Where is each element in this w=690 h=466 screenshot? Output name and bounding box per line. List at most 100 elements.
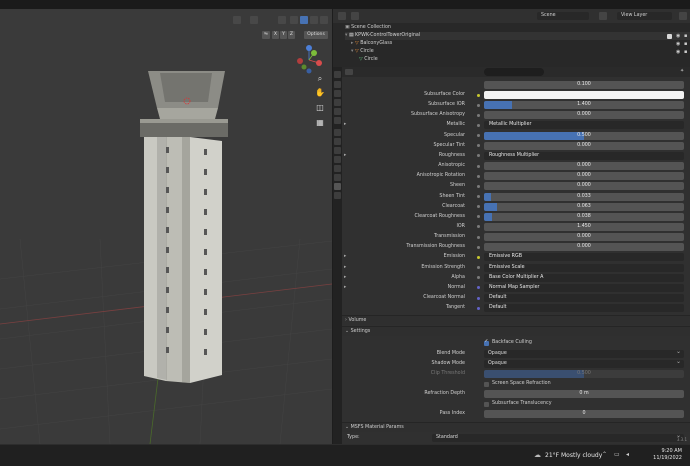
expand-arrow-icon[interactable]: ▸ bbox=[344, 151, 346, 161]
mirror-icon[interactable]: ⇋ bbox=[262, 31, 270, 39]
linked-node-field[interactable]: Emissive Scale bbox=[484, 263, 684, 272]
mirror-z-toggle[interactable]: Z bbox=[288, 31, 295, 39]
socket-icon[interactable] bbox=[477, 174, 480, 178]
weather-widget[interactable]: 21°F Mostly cloudy bbox=[545, 450, 602, 462]
tool-tab-icon[interactable] bbox=[334, 71, 341, 78]
backface-culling-checkbox[interactable] bbox=[484, 339, 489, 346]
socket-icon[interactable] bbox=[477, 235, 480, 239]
mirror-x-toggle[interactable]: X bbox=[272, 31, 279, 39]
outliner-item[interactable]: ▾ ▽ Circle bbox=[351, 48, 690, 56]
value-slider[interactable]: 1.450 bbox=[484, 222, 684, 231]
color-swatch[interactable] bbox=[484, 91, 684, 99]
value-slider[interactable]: 0.063 bbox=[484, 202, 684, 211]
pass-index-field[interactable]: 0 bbox=[484, 410, 684, 418]
display-mode-icon[interactable] bbox=[351, 12, 359, 20]
material-tab-icon[interactable] bbox=[334, 183, 341, 190]
properties-editor-type-icon[interactable] bbox=[345, 69, 353, 75]
msfs-params-section-header[interactable]: ⌄ MSFS Material Params bbox=[342, 422, 690, 432]
expand-arrow-icon[interactable]: ▸ bbox=[344, 283, 346, 293]
socket-icon[interactable] bbox=[477, 144, 480, 148]
3d-viewport[interactable]: ⇋ X Y Z Options ⌕ ✋ ◫ ▦ bbox=[0, 9, 332, 444]
value-slider[interactable]: 0.000 bbox=[484, 111, 684, 120]
network-icon[interactable]: ▭ bbox=[614, 451, 620, 458]
volume-icon[interactable]: ◂ bbox=[626, 451, 629, 458]
linked-node-field[interactable]: Roughness Multiplier bbox=[484, 151, 684, 160]
world-tab-icon[interactable] bbox=[334, 117, 341, 124]
linked-node-field[interactable]: Metallic Multiplier bbox=[484, 121, 684, 130]
outliner-item[interactable]: ▾ ▤ KPWK-ControlTowerOriginal bbox=[345, 32, 690, 40]
camera-render-icon[interactable]: ▪ bbox=[684, 33, 687, 39]
outliner-editor-type-icon[interactable] bbox=[338, 12, 346, 20]
overlays-icon[interactable] bbox=[250, 16, 258, 24]
socket-icon[interactable] bbox=[477, 296, 480, 300]
camera-view-icon[interactable]: ◫ bbox=[315, 103, 325, 113]
shadow-mode-dropdown[interactable]: Opaque bbox=[484, 358, 684, 368]
options-dropdown[interactable]: Options bbox=[304, 31, 328, 39]
clip-threshold-slider[interactable]: 0.500 bbox=[484, 370, 684, 378]
socket-icon[interactable] bbox=[477, 276, 480, 280]
rendered-shading-icon[interactable] bbox=[320, 16, 328, 24]
value-slider[interactable]: 0.033 bbox=[484, 192, 684, 201]
zoom-icon[interactable]: ⌕ bbox=[315, 74, 325, 84]
socket-icon[interactable] bbox=[477, 255, 480, 259]
outliner-item[interactable]: ▣ Scene Collection bbox=[345, 24, 690, 32]
socket-icon[interactable] bbox=[477, 286, 480, 290]
socket-icon[interactable] bbox=[477, 184, 480, 188]
linked-node-field[interactable]: Base Color Multiplier A bbox=[484, 273, 684, 282]
xray-icon[interactable] bbox=[278, 16, 286, 24]
value-slider[interactable]: 0.000 bbox=[484, 172, 684, 181]
value-slider[interactable]: 0.000 bbox=[484, 182, 684, 191]
socket-icon[interactable] bbox=[477, 306, 480, 310]
view-layer-tab-icon[interactable] bbox=[334, 99, 341, 106]
exclude-checkbox[interactable] bbox=[667, 34, 672, 39]
value-slider[interactable]: 0.038 bbox=[484, 212, 684, 221]
outliner-item[interactable]: ▸ ▽ BalconyGlass bbox=[351, 40, 690, 48]
socket-icon[interactable] bbox=[477, 225, 480, 229]
settings-section-header[interactable]: ⌄ Settings bbox=[342, 326, 690, 336]
wireframe-shading-icon[interactable] bbox=[290, 16, 298, 24]
blend-mode-dropdown[interactable]: Opaque bbox=[484, 348, 684, 358]
linked-node-field[interactable]: Normal Map Sampler bbox=[484, 283, 684, 292]
value-slider[interactable]: 0.500 bbox=[484, 131, 684, 140]
output-tab-icon[interactable] bbox=[334, 90, 341, 97]
object-tab-icon[interactable] bbox=[334, 129, 341, 136]
visibility-eye-icon[interactable]: ◉ bbox=[676, 49, 680, 55]
pan-hand-icon[interactable]: ✋ bbox=[315, 88, 325, 98]
visibility-eye-icon[interactable]: ◉ bbox=[676, 33, 680, 39]
physics-tab-icon[interactable] bbox=[334, 156, 341, 163]
socket-icon[interactable] bbox=[477, 123, 480, 127]
value-slider[interactable]: 0.000 bbox=[484, 162, 684, 171]
value-slider[interactable]: 0.000 bbox=[484, 233, 684, 242]
subsurface-translucency-checkbox[interactable] bbox=[484, 401, 489, 407]
new-scene-icon[interactable] bbox=[599, 12, 607, 20]
texture-tab-icon[interactable] bbox=[334, 192, 341, 199]
screen-space-refraction-checkbox[interactable] bbox=[484, 381, 489, 387]
taskbar-clock[interactable]: 9:20 AM 11/19/2022 bbox=[646, 448, 682, 462]
socket-icon[interactable] bbox=[477, 164, 480, 168]
socket-icon[interactable] bbox=[477, 195, 480, 198]
modifier-tab-icon[interactable] bbox=[334, 138, 341, 145]
navigation-gizmo[interactable] bbox=[294, 43, 324, 75]
pin-icon[interactable]: ✦ bbox=[680, 68, 684, 74]
expand-arrow-icon[interactable]: ▸ bbox=[344, 273, 346, 283]
value-slider[interactable]: 0.000 bbox=[484, 141, 684, 150]
socket-icon[interactable] bbox=[477, 266, 480, 270]
linked-node-field[interactable]: Default bbox=[484, 304, 684, 313]
top-value-field[interactable]: 0.100 bbox=[484, 81, 684, 89]
type-dropdown[interactable]: Standard bbox=[432, 432, 684, 442]
expand-arrow-icon[interactable]: ▸ bbox=[344, 263, 346, 273]
scene-tab-icon[interactable] bbox=[334, 108, 341, 115]
linked-node-field[interactable]: Emissive RGB bbox=[484, 253, 684, 262]
chevron-up-icon[interactable]: ⌃ bbox=[602, 451, 607, 458]
data-tab-icon[interactable] bbox=[334, 174, 341, 181]
perspective-toggle-icon[interactable]: ▦ bbox=[315, 118, 325, 128]
value-slider[interactable]: 1.400 bbox=[484, 101, 684, 110]
socket-icon[interactable] bbox=[477, 205, 480, 209]
mirror-y-toggle[interactable]: Y bbox=[280, 31, 287, 39]
render-tab-icon[interactable] bbox=[334, 81, 341, 88]
socket-icon[interactable] bbox=[477, 154, 480, 158]
socket-icon[interactable] bbox=[477, 103, 480, 107]
refraction-depth-field[interactable]: 0 m bbox=[484, 390, 684, 398]
new-view-layer-icon[interactable] bbox=[679, 12, 687, 20]
socket-icon[interactable] bbox=[477, 113, 480, 117]
